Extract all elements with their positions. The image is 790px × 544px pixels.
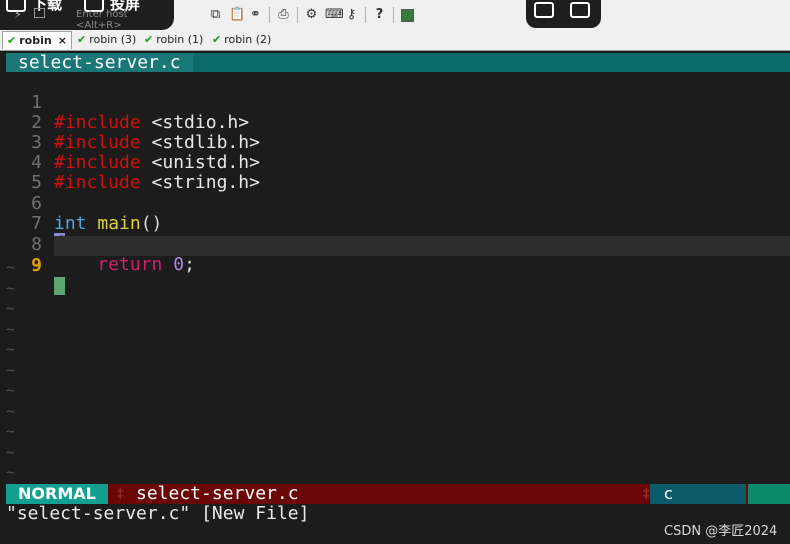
- empty-line-marker: ~: [6, 465, 15, 481]
- watermark: CSDN @李匠2024: [664, 524, 778, 539]
- code-line: 7 {: [0, 194, 790, 254]
- command-message: "select-server.c" [New File]: [6, 503, 310, 524]
- tab-label: robin (2): [224, 33, 272, 46]
- toolbar: ⧉ 📋 ⚭ ⎙ ⚙ ⌨ ⚷ ? 下载 投屏 ⚡ Enter host <Alt+…: [0, 0, 790, 31]
- code-line: 5: [0, 153, 790, 193]
- code-line: 6 int main(): [0, 174, 790, 234]
- tab-label: robin: [19, 34, 52, 47]
- floating-menu-right: [526, 0, 601, 28]
- empty-line-marker: ~: [6, 383, 15, 399]
- terminal[interactable]: select-server.c 1 #include <stdio.h> 2 #…: [0, 51, 790, 544]
- floating-menu-left: 下载 投屏 ⚡ Enter host <Alt+R>: [0, 0, 174, 31]
- tab-robin-3[interactable]: ✔ robin (3): [73, 31, 140, 49]
- binoculars-icon[interactable]: ⚭: [249, 8, 262, 21]
- code-line: 4 #include <string.h>: [0, 133, 790, 193]
- empty-line-marker: ~: [6, 424, 15, 440]
- return-keyword: return: [97, 254, 163, 275]
- toolbar-separator: [393, 7, 394, 23]
- number-literal: 0: [173, 254, 185, 275]
- toolbar-separator: [269, 7, 270, 23]
- code-line: 8 return 0;: [0, 215, 790, 275]
- branch-separator-icon: ‡: [116, 486, 125, 502]
- screen-share-icon[interactable]: [570, 2, 590, 18]
- key-icon[interactable]: ⚷: [345, 8, 358, 21]
- check-icon: ✔: [7, 34, 17, 47]
- help-icon[interactable]: ?: [373, 8, 386, 21]
- tab-label: robin (3): [89, 33, 137, 46]
- host-input[interactable]: Enter host <Alt+R>: [76, 9, 174, 31]
- close-icon[interactable]: ×: [58, 32, 67, 50]
- semicolon: ;: [184, 254, 195, 275]
- empty-line-marker: ~: [6, 322, 15, 338]
- filetype-indicator: c: [650, 484, 746, 504]
- gear-icon[interactable]: ⚙: [305, 8, 318, 21]
- text-cursor: [54, 277, 65, 295]
- keyboard-icon[interactable]: ⌨: [325, 8, 344, 21]
- toolbar-separator: [297, 7, 298, 23]
- vim-statusline: NORMAL ‡ select-server.c ‡ c: [6, 484, 790, 504]
- empty-line-marker: ~: [6, 404, 15, 420]
- screen-icon[interactable]: [401, 9, 414, 22]
- check-icon: ✔: [212, 33, 222, 46]
- code-line: 9: [0, 236, 790, 295]
- tab-robin[interactable]: ✔ robin ×: [2, 31, 72, 49]
- print-icon[interactable]: ⎙: [277, 8, 290, 21]
- lightning-icon[interactable]: ⚡: [14, 8, 22, 21]
- paste-icon[interactable]: 📋: [229, 8, 245, 21]
- code-line: 3 #include <unistd.h>: [0, 113, 790, 173]
- copy-icon[interactable]: ⧉: [209, 8, 222, 21]
- status-right-segment: [748, 484, 790, 504]
- window-icon[interactable]: [34, 8, 45, 18]
- empty-line-marker: ~: [6, 445, 15, 461]
- empty-line-marker: ~: [6, 342, 15, 358]
- code-line: 2 #include <stdlib.h>: [0, 93, 790, 153]
- status-filename: select-server.c: [136, 483, 299, 504]
- buffer-tab[interactable]: select-server.c: [6, 53, 193, 72]
- empty-line-marker: ~: [6, 363, 15, 379]
- empty-line-marker: ~: [6, 260, 15, 276]
- code-line: 1 #include <stdio.h>: [0, 73, 790, 133]
- empty-line-marker: ~: [6, 301, 15, 317]
- tab-robin-1[interactable]: ✔ robin (1): [140, 31, 207, 49]
- empty-line-marker: ~: [6, 281, 15, 297]
- window-switch-icon[interactable]: [534, 2, 554, 18]
- mode-indicator: NORMAL: [6, 484, 108, 504]
- check-icon: ✔: [144, 33, 154, 46]
- tab-label: robin (1): [156, 33, 204, 46]
- session-tabs: ✔ robin × ✔ robin (3) ✔ robin (1) ✔ robin (2…: [0, 30, 790, 51]
- tab-robin-2[interactable]: ✔ robin (2): [208, 31, 275, 49]
- check-icon: ✔: [77, 33, 87, 46]
- toolbar-separator: [365, 7, 366, 23]
